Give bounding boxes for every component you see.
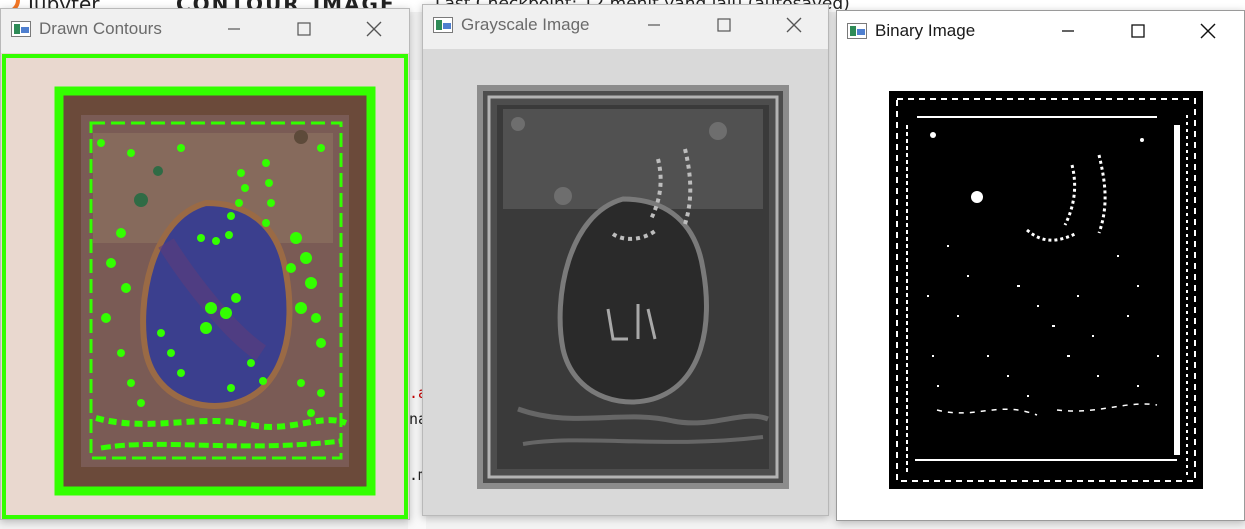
minimize-icon — [648, 24, 660, 26]
minimize-icon — [1062, 30, 1074, 32]
opencv-window-icon — [847, 23, 867, 39]
maximize-icon — [717, 18, 731, 32]
close-icon — [786, 17, 802, 33]
window-title: Binary Image — [875, 21, 976, 40]
close-button[interactable] — [779, 11, 809, 39]
title-bar[interactable]: Drawn Contours — [1, 9, 409, 49]
maximize-icon — [297, 22, 311, 36]
minimize-button[interactable] — [219, 15, 249, 43]
maximize-button[interactable] — [1123, 17, 1153, 45]
opencv-window-icon — [11, 21, 31, 37]
grayscale-image-canvas — [423, 49, 828, 515]
maximize-button[interactable] — [709, 11, 739, 39]
close-button[interactable] — [359, 15, 389, 43]
contour-image-canvas — [1, 53, 409, 519]
close-icon — [366, 21, 382, 37]
maximize-icon — [1131, 24, 1145, 38]
grayscale-image — [423, 49, 828, 515]
binary-image — [837, 55, 1244, 520]
binary-image-canvas — [837, 55, 1244, 520]
minimize-icon — [228, 28, 240, 30]
maximize-button[interactable] — [289, 15, 319, 43]
close-button[interactable] — [1193, 17, 1223, 45]
window-title: Grayscale Image — [461, 15, 590, 34]
opencv-window-icon — [433, 17, 453, 33]
minimize-button[interactable] — [639, 11, 669, 39]
window-title: Drawn Contours — [39, 19, 162, 38]
contour-image — [1, 53, 409, 519]
close-icon — [1200, 23, 1216, 39]
title-bar[interactable]: Grayscale Image — [423, 5, 828, 45]
minimize-button[interactable] — [1053, 17, 1083, 45]
title-bar[interactable]: Binary Image — [837, 11, 1244, 51]
grayscale-image-window[interactable]: Grayscale Image — [422, 4, 829, 516]
binary-image-window[interactable]: Binary Image — [836, 10, 1245, 521]
drawn-contours-window[interactable]: Drawn Contours — [0, 8, 410, 520]
